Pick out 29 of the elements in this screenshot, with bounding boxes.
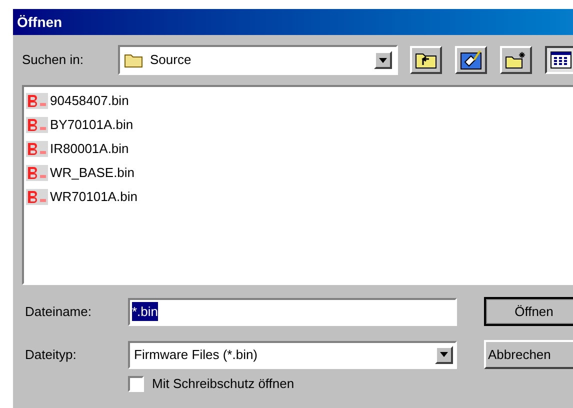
file-item[interactable]: BY70101A.bin [26,113,136,137]
binary-file-icon [26,189,48,205]
toolbar-button[interactable] [545,46,573,74]
file-item[interactable]: WR_BASE.bin [26,161,137,185]
readonly-label: Mit Schreibschutz öffnen [152,375,294,393]
filename-field[interactable]: *.bin [128,298,457,326]
new-folder-icon [505,51,527,69]
binary-file-icon [26,165,48,181]
binary-file-icon [26,141,48,157]
look-in-value: Source [150,51,192,70]
folder-icon [124,52,144,68]
details-view-icon [550,51,572,69]
file-item[interactable]: 90458407.bin [26,89,131,113]
folder-up-icon [415,51,437,69]
filename-label: Dateiname: [25,302,92,321]
binary-file-icon [26,93,48,109]
desktop-icon [460,50,482,70]
filetype-value: Firmware Files (*.bin) [134,346,259,364]
open-button[interactable]: Öffnen [484,297,573,326]
file-item[interactable]: IR80001A.bin [26,137,131,161]
checkbox[interactable] [128,376,144,392]
binary-file-icon [26,117,48,133]
window-title: Öffnen [17,12,62,32]
filetype-label: Dateityp: [25,346,78,364]
filetype-dropdown[interactable]: Firmware Files (*.bin) [128,340,457,368]
file-item[interactable]: WR70101A.bin [26,185,140,209]
cancel-button[interactable]: Abbrechen [484,340,573,369]
look-in-dropdown[interactable]: Source [118,45,398,75]
look-in-label: Suchen in: [22,51,84,70]
